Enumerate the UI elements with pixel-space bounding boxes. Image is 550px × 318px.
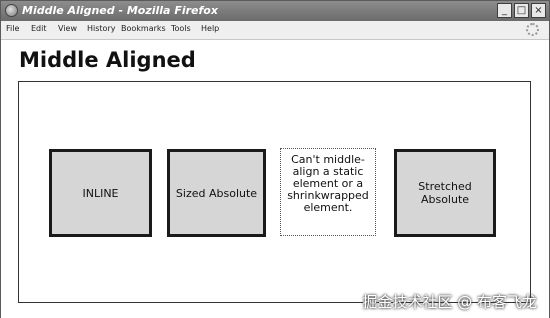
browser-window: Middle Aligned - Mozilla Firefox _ □ × F… — [0, 0, 550, 318]
menu-history[interactable]: History — [87, 24, 115, 33]
menu-edit[interactable]: Edit — [31, 24, 47, 33]
close-button[interactable]: × — [531, 3, 546, 18]
window-title: Middle Aligned - Mozilla Firefox — [22, 4, 218, 17]
page-heading: Middle Aligned — [19, 48, 196, 72]
inline-box: INLINE — [49, 149, 152, 237]
menu-bar: File Edit View History Bookmarks Tools H… — [1, 21, 549, 40]
stretched-absolute-label: Stretched Absolute — [418, 180, 472, 206]
static-element-note: Can't middle-align a static element or a… — [287, 153, 369, 214]
sized-absolute-box: Sized Absolute — [167, 149, 266, 237]
page-content: Middle Aligned INLINE Sized Absolute Can… — [1, 40, 549, 318]
title-bar[interactable]: Middle Aligned - Mozilla Firefox _ □ × — [1, 1, 549, 21]
menu-help[interactable]: Help — [201, 24, 219, 33]
throbber-icon — [526, 23, 539, 36]
firefox-icon — [5, 4, 18, 17]
stretched-absolute-box: Stretched Absolute — [394, 149, 496, 237]
menu-tools[interactable]: Tools — [171, 24, 191, 33]
watermark: 掘金技术社区 @ 布客飞龙 — [362, 293, 537, 311]
menu-bookmarks[interactable]: Bookmarks — [121, 24, 166, 33]
demo-container: INLINE Sized Absolute Can't middle-align… — [18, 81, 531, 303]
inline-box-label: INLINE — [82, 186, 119, 200]
minimize-button[interactable]: _ — [497, 3, 512, 18]
static-element-note-box: Can't middle-align a static element or a… — [280, 148, 376, 236]
maximize-button[interactable]: □ — [514, 3, 529, 18]
menu-view[interactable]: View — [58, 24, 77, 33]
sized-absolute-label: Sized Absolute — [175, 186, 258, 200]
menu-file[interactable]: File — [6, 24, 19, 33]
